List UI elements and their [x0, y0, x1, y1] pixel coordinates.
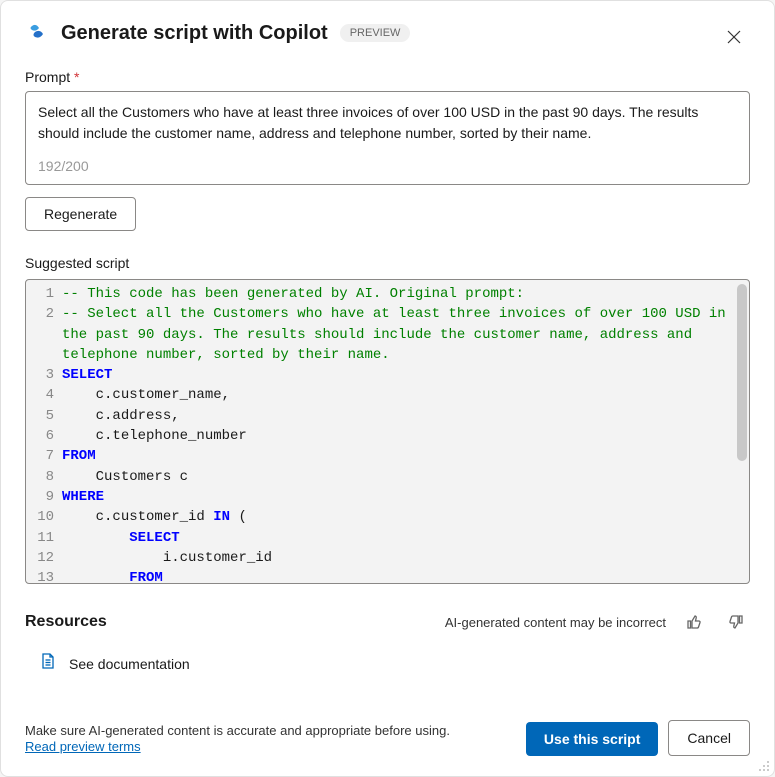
code-line: 8 Customers c — [26, 467, 749, 487]
dialog-footer: Make sure AI-generated content is accura… — [25, 702, 750, 756]
line-number: 5 — [26, 406, 62, 426]
line-content: -- This code has been generated by AI. O… — [62, 284, 749, 304]
code-line: 9WHERE — [26, 487, 749, 507]
code-line: 5 c.address, — [26, 406, 749, 426]
code-line: 12 i.customer_id — [26, 548, 749, 568]
resources-title: Resources — [25, 613, 107, 631]
line-content: c.address, — [62, 406, 749, 426]
line-number: 4 — [26, 385, 62, 405]
code-line: 3SELECT — [26, 365, 749, 385]
thumbs-up-icon — [686, 614, 702, 630]
line-number: 13 — [26, 568, 62, 584]
doc-row: See documentation — [39, 652, 750, 675]
line-number: 12 — [26, 548, 62, 568]
preview-terms-link[interactable]: Read preview terms — [25, 739, 141, 754]
footer-description: Make sure AI-generated content is accura… — [25, 723, 516, 738]
line-number: 6 — [26, 426, 62, 446]
code-line: 4 c.customer_name, — [26, 385, 749, 405]
ai-warning: AI-generated content may be incorrect — [445, 615, 666, 630]
thumbs-up-button[interactable] — [680, 608, 708, 636]
line-content: i.customer_id — [62, 548, 749, 568]
close-button[interactable] — [718, 21, 750, 53]
line-content: c.customer_id IN ( — [62, 507, 749, 527]
thumbs-down-icon — [728, 614, 744, 630]
code-line: 7FROM — [26, 446, 749, 466]
line-number: 11 — [26, 528, 62, 548]
code-editor[interactable]: 1-- This code has been generated by AI. … — [25, 279, 750, 584]
dialog-header: Generate script with Copilot PREVIEW — [25, 21, 750, 45]
resources-row: Resources AI-generated content may be in… — [25, 608, 750, 636]
documentation-link[interactable]: See documentation — [69, 656, 190, 672]
line-content: SELECT — [62, 365, 749, 385]
code-line: 2-- Select all the Customers who have at… — [26, 304, 749, 365]
copilot-dialog: Generate script with Copilot PREVIEW Pro… — [0, 0, 775, 777]
line-content: FROM — [62, 446, 749, 466]
use-script-button[interactable]: Use this script — [526, 722, 658, 756]
required-marker: * — [74, 69, 79, 85]
close-icon — [727, 30, 741, 44]
line-number: 2 — [26, 304, 62, 365]
prompt-input[interactable]: Select all the Customers who have at lea… — [25, 91, 750, 185]
line-content: -- Select all the Customers who have at … — [62, 304, 749, 365]
code-line: 6 c.telephone_number — [26, 426, 749, 446]
line-number: 10 — [26, 507, 62, 527]
line-number: 3 — [26, 365, 62, 385]
footer-text-block: Make sure AI-generated content is accura… — [25, 723, 516, 756]
code-line: 13 FROM — [26, 568, 749, 584]
document-icon — [39, 652, 57, 675]
copilot-icon — [25, 21, 49, 45]
prompt-text: Select all the Customers who have at lea… — [38, 102, 737, 144]
prompt-label-text: Prompt — [25, 69, 70, 85]
cancel-button[interactable]: Cancel — [668, 720, 750, 756]
dialog-title: Generate script with Copilot — [61, 22, 328, 45]
resize-handle[interactable] — [756, 758, 770, 772]
line-number: 8 — [26, 467, 62, 487]
line-number: 7 — [26, 446, 62, 466]
line-content: c.customer_name, — [62, 385, 749, 405]
line-content: c.telephone_number — [62, 426, 749, 446]
line-content: FROM — [62, 568, 749, 584]
scrollbar[interactable] — [737, 284, 747, 579]
line-number: 9 — [26, 487, 62, 507]
preview-badge: PREVIEW — [340, 24, 411, 42]
prompt-label: Prompt * — [25, 69, 750, 85]
script-label: Suggested script — [25, 255, 750, 271]
line-content: SELECT — [62, 528, 749, 548]
regenerate-button[interactable]: Regenerate — [25, 197, 136, 231]
code-line: 10 c.customer_id IN ( — [26, 507, 749, 527]
code-line: 1-- This code has been generated by AI. … — [26, 284, 749, 304]
code-line: 11 SELECT — [26, 528, 749, 548]
line-content: Customers c — [62, 467, 749, 487]
char-count: 192/200 — [38, 158, 737, 174]
line-content: WHERE — [62, 487, 749, 507]
scrollbar-thumb[interactable] — [737, 284, 747, 461]
line-number: 1 — [26, 284, 62, 304]
thumbs-down-button[interactable] — [722, 608, 750, 636]
